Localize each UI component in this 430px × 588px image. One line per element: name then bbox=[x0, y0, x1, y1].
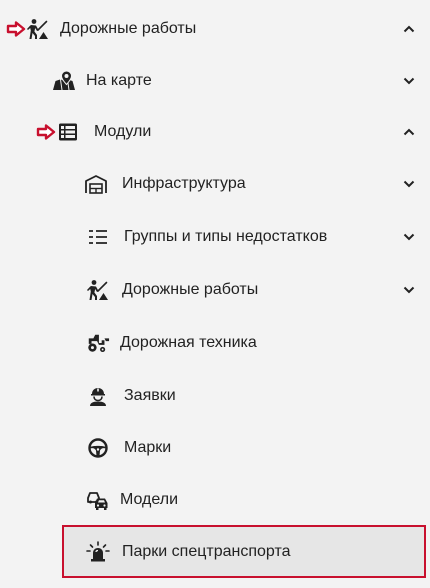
chevron-down-icon[interactable] bbox=[402, 177, 416, 191]
table-icon bbox=[56, 120, 80, 144]
warehouse-icon bbox=[84, 172, 108, 196]
menu-item-models[interactable]: Модели bbox=[0, 474, 430, 526]
map-pin-icon bbox=[52, 69, 76, 93]
menu-item-label: Дорожная техника bbox=[120, 334, 257, 351]
chevron-up-icon[interactable] bbox=[402, 22, 416, 36]
list-icon bbox=[86, 225, 110, 249]
chevron-down-icon[interactable] bbox=[402, 230, 416, 244]
menu-item-label: Дорожные работы bbox=[122, 281, 259, 298]
menu-item-label: Парки спецтранспорта bbox=[122, 543, 291, 560]
chevron-down-icon[interactable] bbox=[402, 74, 416, 88]
menu-item-on-map[interactable]: На карте bbox=[0, 55, 430, 107]
menu-item-road-machinery[interactable]: Дорожная техника bbox=[0, 317, 430, 369]
menu-item-requests[interactable]: Заявки bbox=[0, 370, 430, 422]
road-worker-icon bbox=[26, 17, 50, 41]
menu-item-defect-groups[interactable]: Группы и типы недостатков bbox=[0, 211, 430, 263]
cars-icon bbox=[86, 488, 110, 512]
road-worker-icon bbox=[86, 278, 110, 302]
menu-item-modules[interactable]: Модули bbox=[0, 106, 430, 158]
siren-icon bbox=[86, 540, 110, 564]
menu-item-road-works[interactable]: Дорожные работы bbox=[0, 3, 430, 55]
menu-item-label: Модели bbox=[120, 491, 179, 508]
chevron-up-icon[interactable] bbox=[402, 125, 416, 139]
menu-item-label: На карте bbox=[86, 72, 152, 89]
menu-item-special-fleets[interactable]: Парки спецтранспорта bbox=[0, 526, 430, 578]
menu-item-road-works-sub[interactable]: Дорожные работы bbox=[0, 264, 430, 316]
steering-wheel-icon bbox=[86, 436, 110, 460]
red-arrow-pointer-icon bbox=[6, 19, 26, 39]
red-arrow-pointer-icon bbox=[36, 122, 56, 142]
menu-item-label: Дорожные работы bbox=[60, 20, 197, 37]
menu-item-infrastructure[interactable]: Инфраструктура bbox=[0, 158, 430, 210]
menu-item-label: Модули bbox=[94, 123, 152, 140]
sidebar-menu: Дорожные работы На карте Модули Инфрастр… bbox=[0, 0, 430, 588]
menu-item-label: Группы и типы недостатков bbox=[124, 228, 328, 245]
tractor-icon bbox=[86, 331, 110, 355]
menu-item-brands[interactable]: Марки bbox=[0, 422, 430, 474]
menu-item-label: Заявки bbox=[124, 387, 176, 404]
menu-item-label: Марки bbox=[124, 439, 172, 456]
menu-item-label: Инфраструктура bbox=[122, 175, 246, 192]
chevron-down-icon[interactable] bbox=[402, 283, 416, 297]
worker-helmet-icon bbox=[86, 384, 110, 408]
